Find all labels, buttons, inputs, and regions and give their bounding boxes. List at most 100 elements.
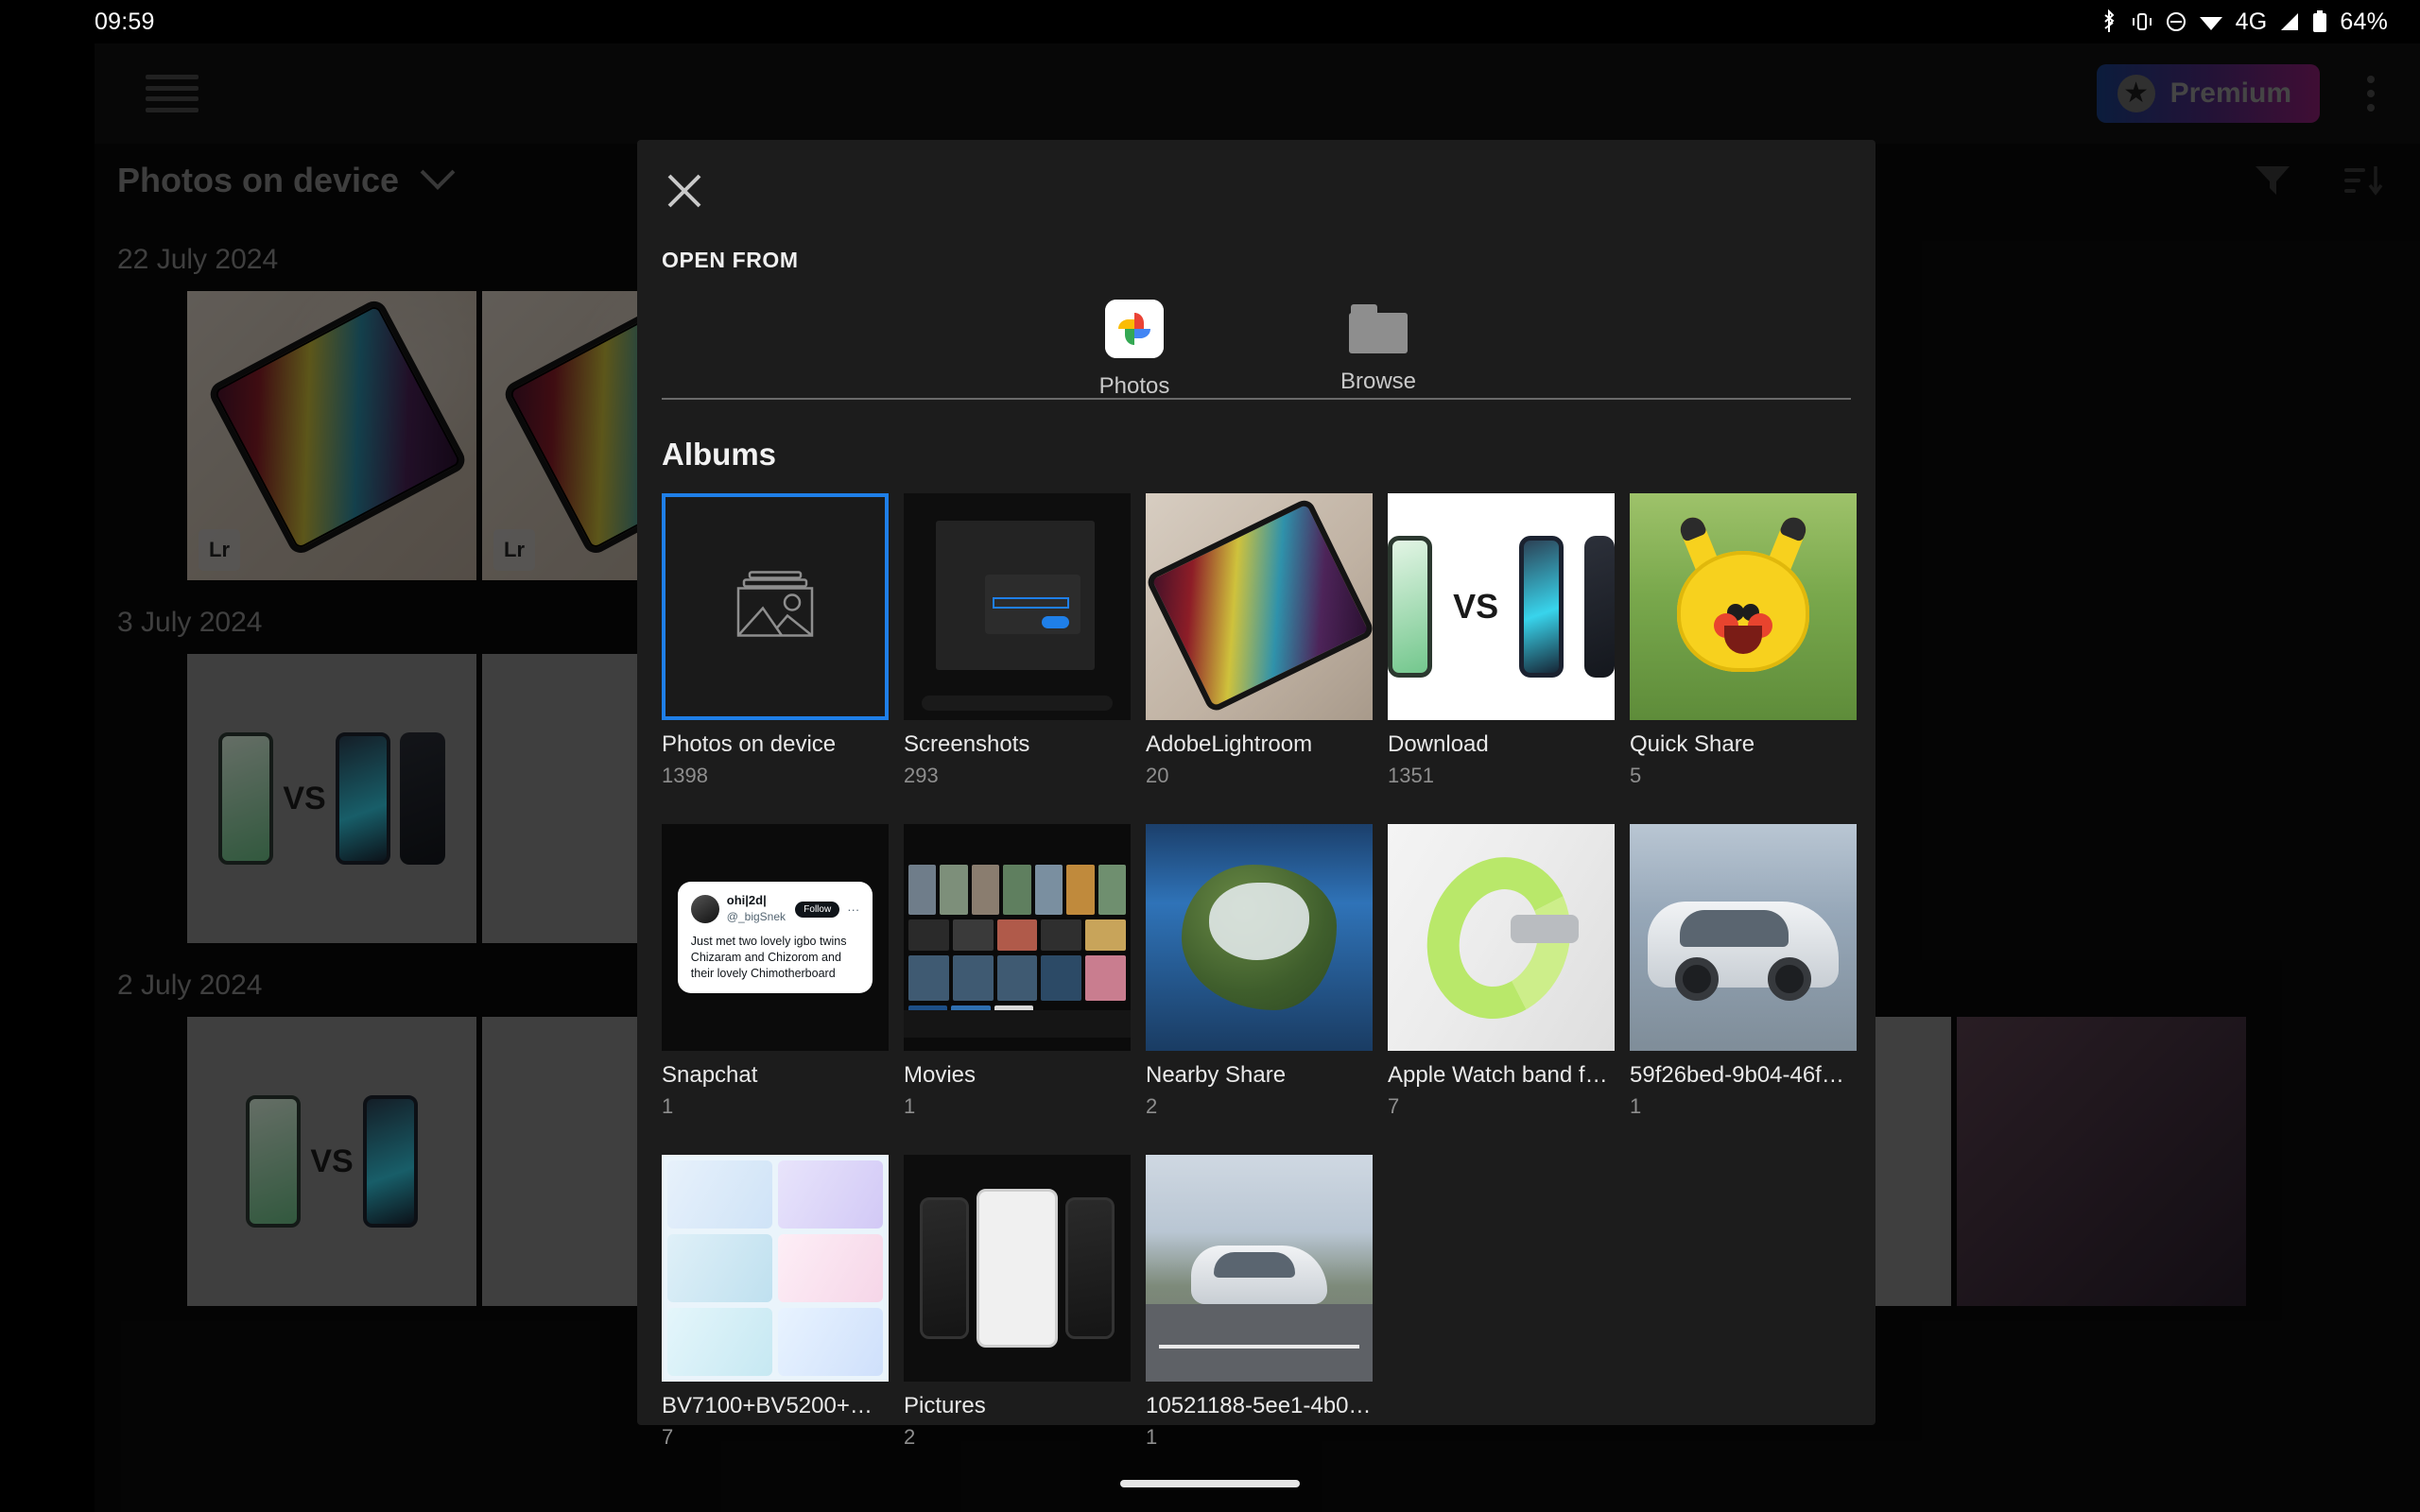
- tweet-card: ohi|2d| @_bigSnek Follow ··· Just met tw…: [677, 882, 873, 993]
- album-thumb-image: [1146, 493, 1373, 720]
- album-name: 10521188-5ee1-4b01-91a6-d7...: [1146, 1393, 1373, 1418]
- tweet-display-name: ohi|2d|: [726, 893, 767, 908]
- wifi-icon: [2199, 12, 2223, 31]
- album-count: 1351: [1388, 764, 1434, 787]
- album-thumbnail: ohi|2d| @_bigSnek Follow ··· Just met tw…: [662, 824, 889, 1051]
- google-photos-icon: [1105, 300, 1164, 358]
- album-thumb-image: [662, 1155, 889, 1382]
- album-name: Apple Watch band folder: [1388, 1062, 1615, 1088]
- album-thumbnail: [1146, 1155, 1373, 1382]
- home-gesture-bar[interactable]: [1120, 1480, 1300, 1487]
- album-count: 293: [904, 764, 939, 787]
- album-name: Screenshots: [904, 731, 1030, 757]
- album-thumbnail: [1630, 493, 1857, 720]
- source-label: Browse: [1340, 369, 1417, 394]
- album-card[interactable]: ohi|2d| @_bigSnek Follow ··· Just met tw…: [662, 824, 889, 1119]
- album-thumbnail: [1388, 824, 1615, 1051]
- album-thumb-image: [1146, 824, 1373, 1051]
- album-name: Pictures: [904, 1393, 986, 1418]
- album-thumbnail: [904, 493, 1131, 720]
- album-thumbnail: [1146, 824, 1373, 1051]
- status-bar: 09:59 4G 64%: [0, 0, 2420, 43]
- image-placeholder-icon: [733, 567, 818, 647]
- open-from-label: OPEN FROM: [662, 248, 799, 272]
- close-icon[interactable]: [662, 168, 707, 214]
- album-count: 5: [1630, 764, 1642, 787]
- network-type-label: 4G: [2235, 8, 2268, 35]
- album-thumb-image: VS: [1388, 493, 1615, 720]
- album-thumb-image: [1630, 493, 1857, 720]
- album-thumb-image: [1388, 824, 1615, 1051]
- tweet-names: ohi|2d| @_bigSnek: [727, 893, 787, 925]
- album-card[interactable]: Movies 1: [904, 824, 1131, 1119]
- album-name: Photos on device: [662, 731, 837, 757]
- sheet-divider: [662, 398, 1851, 400]
- do-not-disturb-icon: [2166, 11, 2187, 32]
- vs-label: VS: [1453, 587, 1499, 626]
- album-count: 1: [662, 1094, 674, 1118]
- source-label: Photos: [1098, 373, 1170, 399]
- album-name: Snapchat: [662, 1062, 758, 1088]
- albums-heading: Albums: [662, 437, 777, 472]
- tweet-handle: @_bigSnek: [726, 910, 786, 924]
- album-name: Download: [1388, 731, 1489, 757]
- album-thumb-image: [904, 824, 1131, 1051]
- album-count: 1398: [662, 764, 708, 787]
- album-count: 2: [904, 1425, 916, 1449]
- more-icon: ···: [847, 902, 860, 917]
- album-count: 1: [1630, 1094, 1642, 1118]
- status-icons: 4G 64%: [2100, 9, 2388, 36]
- album-card[interactable]: VS Download 1351: [1388, 493, 1615, 788]
- album-name: Movies: [904, 1062, 977, 1088]
- tweet-body: Just met two lovely igbo twins Chizaram …: [690, 934, 847, 980]
- album-count: 7: [1388, 1094, 1400, 1118]
- album-count: 1: [904, 1094, 916, 1118]
- album-thumb-image: ohi|2d| @_bigSnek Follow ··· Just met tw…: [662, 824, 889, 1051]
- album-count: 2: [1146, 1094, 1158, 1118]
- source-photos[interactable]: Photos: [1063, 300, 1205, 400]
- album-card[interactable]: Photos on device 1398: [662, 493, 889, 788]
- album-name: Nearby Share: [1146, 1062, 1287, 1088]
- album-count: 7: [662, 1425, 674, 1449]
- album-card[interactable]: BV7100+BV5200+C80 Laun... 7: [662, 1155, 889, 1450]
- album-card[interactable]: Quick Share 5: [1630, 493, 1857, 788]
- album-card[interactable]: Nearby Share 2: [1146, 824, 1373, 1119]
- album-thumb-image: [1630, 824, 1857, 1051]
- battery-icon: [2312, 10, 2327, 33]
- album-name: 59f26bed-9b04-46fe-b801-0...: [1630, 1062, 1857, 1088]
- source-list: Photos Browse: [637, 284, 1876, 416]
- screen: ★ Premium Photos on device: [0, 0, 2420, 1512]
- album-card[interactable]: 59f26bed-9b04-46fe-b801-0... 1: [1630, 824, 1857, 1119]
- cellular-signal-icon: [2279, 12, 2300, 31]
- album-thumb-image: [1146, 1155, 1373, 1382]
- album-thumb-image: [904, 1155, 1131, 1382]
- vibrate-icon: [2131, 11, 2153, 32]
- album-card[interactable]: Screenshots 293: [904, 493, 1131, 788]
- album-card[interactable]: 10521188-5ee1-4b01-91a6-d7... 1: [1146, 1155, 1373, 1450]
- album-thumb-image: [904, 493, 1131, 720]
- folder-icon: [1349, 304, 1408, 353]
- album-thumbnail: VS: [1388, 493, 1615, 720]
- album-thumbnail: [904, 1155, 1131, 1382]
- album-thumbnail: [662, 493, 889, 720]
- album-thumbnail: [662, 1155, 889, 1382]
- bluetooth-icon: [2100, 9, 2118, 34]
- status-time: 09:59: [95, 8, 155, 35]
- album-thumbnail: [1630, 824, 1857, 1051]
- album-card[interactable]: AdobeLightroom 20: [1146, 493, 1373, 788]
- album-thumbnail: [1146, 493, 1373, 720]
- tweet-header: ohi|2d| @_bigSnek Follow ···: [690, 893, 860, 925]
- avatar: [690, 895, 719, 924]
- album-card[interactable]: Pictures 2: [904, 1155, 1131, 1450]
- album-name: AdobeLightroom: [1146, 731, 1313, 757]
- album-name: BV7100+BV5200+C80 Laun...: [662, 1393, 889, 1418]
- battery-percent: 64%: [2340, 8, 2388, 35]
- album-count: 20: [1146, 764, 1169, 787]
- album-card[interactable]: Apple Watch band folder 7: [1388, 824, 1615, 1119]
- source-browse[interactable]: Browse: [1307, 304, 1449, 395]
- follow-button: Follow: [795, 901, 840, 918]
- album-thumbnail: [904, 824, 1131, 1051]
- album-count: 1: [1146, 1425, 1158, 1449]
- albums-grid: Photos on device 1398 Screenshots 293 Ad…: [662, 493, 1857, 1450]
- album-name: Quick Share: [1630, 731, 1755, 757]
